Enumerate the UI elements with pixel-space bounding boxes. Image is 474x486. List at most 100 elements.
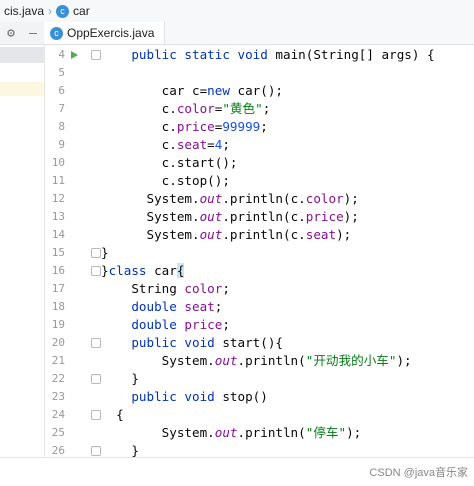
code-text: { xyxy=(101,406,124,424)
code-token: price xyxy=(184,317,223,332)
line-number: 16 xyxy=(51,264,65,277)
breadcrumb-class[interactable]: c car xyxy=(52,3,94,19)
fold-icon[interactable] xyxy=(91,248,101,258)
code-token: ); xyxy=(336,227,352,242)
code-line[interactable]: 5 xyxy=(45,64,474,82)
code-line[interactable]: 18 double seat; xyxy=(45,298,474,316)
code-token: stop() xyxy=(222,389,268,404)
code-token: ; xyxy=(214,299,223,314)
gear-icon[interactable]: ⚙ xyxy=(7,26,15,41)
line-number: 21 xyxy=(51,354,65,367)
code-line[interactable]: 7 c.color="黄色"; xyxy=(45,100,474,118)
code-token: price xyxy=(305,209,344,224)
line-number: 24 xyxy=(51,408,65,421)
code-line[interactable]: 11 c.stop(); xyxy=(45,172,474,190)
code-token: "开动我的小车" xyxy=(305,353,397,368)
code-text: } xyxy=(101,244,109,262)
line-number: 22 xyxy=(51,372,65,385)
fold-icon[interactable] xyxy=(91,338,101,348)
project-tree-row[interactable] xyxy=(0,82,44,96)
code-token: } xyxy=(101,443,139,457)
code-text: System.out.println("停车"); xyxy=(101,424,362,442)
code-line[interactable]: 22 } xyxy=(45,370,474,388)
code-token: main(String[] args) { xyxy=(275,47,435,62)
code-token: public void xyxy=(131,389,223,404)
code-text: System.out.println(c.price); xyxy=(101,208,358,226)
code-line[interactable]: 12 System.out.println(c.color); xyxy=(45,190,474,208)
tab-oppexercis-java[interactable]: c OppExercis.java xyxy=(44,22,166,44)
class-icon: c xyxy=(56,5,70,19)
code-token: System. xyxy=(101,425,215,440)
breadcrumb-class-name: car xyxy=(73,3,90,18)
project-toolbar: ⚙ — xyxy=(0,22,44,45)
code-token: price xyxy=(176,119,215,134)
code-line[interactable]: 15} xyxy=(45,244,474,262)
line-number: 5 xyxy=(58,66,65,79)
code-line[interactable]: 23 public void stop() xyxy=(45,388,474,406)
code-line[interactable]: 16}class car{ xyxy=(45,262,474,280)
code-token: start(){ xyxy=(222,335,284,350)
code-token: ); xyxy=(396,353,412,368)
line-number: 12 xyxy=(51,192,65,205)
run-icon[interactable] xyxy=(71,51,78,59)
code-token: out xyxy=(199,191,223,206)
fold-icon[interactable] xyxy=(91,374,101,384)
code-token: out xyxy=(199,227,223,242)
breadcrumb: cis.java › c car xyxy=(0,0,474,23)
project-tree-selected-row[interactable] xyxy=(0,47,44,63)
code-token: } xyxy=(101,245,109,260)
line-number: 15 xyxy=(51,246,65,259)
fold-icon[interactable] xyxy=(91,266,101,276)
code-token: 99999 xyxy=(222,119,261,134)
fold-icon[interactable] xyxy=(91,410,101,420)
code-line[interactable]: 14 System.out.println(c.seat); xyxy=(45,226,474,244)
code-line[interactable]: 4 public static void main(String[] args)… xyxy=(45,46,474,64)
code-token: "黄色" xyxy=(222,101,263,116)
code-token: { xyxy=(176,263,185,278)
code-token: { xyxy=(101,407,124,422)
code-line[interactable]: 21 System.out.println("开动我的小车"); xyxy=(45,352,474,370)
code-token: .println(c. xyxy=(222,227,306,242)
code-line[interactable]: 9 c.seat=4; xyxy=(45,136,474,154)
code-line[interactable]: 13 System.out.println(c.price); xyxy=(45,208,474,226)
code-text: } xyxy=(101,370,139,388)
breadcrumb-file[interactable]: cis.java xyxy=(0,4,48,18)
code-text: c.stop(); xyxy=(101,172,230,190)
code-token: double xyxy=(131,299,185,314)
fold-icon[interactable] xyxy=(91,50,101,60)
code-token: double xyxy=(131,317,185,332)
code-line[interactable]: 6 car c=new car(); xyxy=(45,82,474,100)
code-token: ; xyxy=(222,137,230,152)
code-line[interactable]: 10 c.start(); xyxy=(45,154,474,172)
code-token: .println( xyxy=(237,353,306,368)
line-number: 10 xyxy=(51,156,65,169)
code-line[interactable]: 26 } xyxy=(45,442,474,457)
code-token: ); xyxy=(343,191,359,206)
code-line[interactable]: 20 public void start(){ xyxy=(45,334,474,352)
code-token: out xyxy=(214,353,238,368)
code-line[interactable]: 19 double price; xyxy=(45,316,474,334)
line-number: 23 xyxy=(51,390,65,403)
code-token: out xyxy=(199,209,223,224)
code-line[interactable]: 17 String color; xyxy=(45,280,474,298)
code-line[interactable]: 8 c.price=99999; xyxy=(45,118,474,136)
code-line[interactable]: 25 System.out.println("停车"); xyxy=(45,424,474,442)
code-token: String xyxy=(101,281,185,296)
code-editor[interactable]: 4 public static void main(String[] args)… xyxy=(45,45,474,457)
code-text: c.price=99999; xyxy=(101,118,268,136)
code-token: .println(c. xyxy=(222,191,306,206)
code-line[interactable]: 24 { xyxy=(45,406,474,424)
watermark: CSDN @java音乐家 xyxy=(369,467,468,479)
code-token: car xyxy=(154,263,177,278)
code-token: c. xyxy=(101,119,177,134)
fold-icon[interactable] xyxy=(91,446,101,456)
line-number: 11 xyxy=(51,174,65,187)
code-token: class xyxy=(108,263,155,278)
minimize-icon[interactable]: — xyxy=(29,26,37,41)
code-token: System. xyxy=(101,191,200,206)
editor-tab-bar: c OppExercis.java xyxy=(44,22,474,45)
code-text: } xyxy=(101,442,139,457)
